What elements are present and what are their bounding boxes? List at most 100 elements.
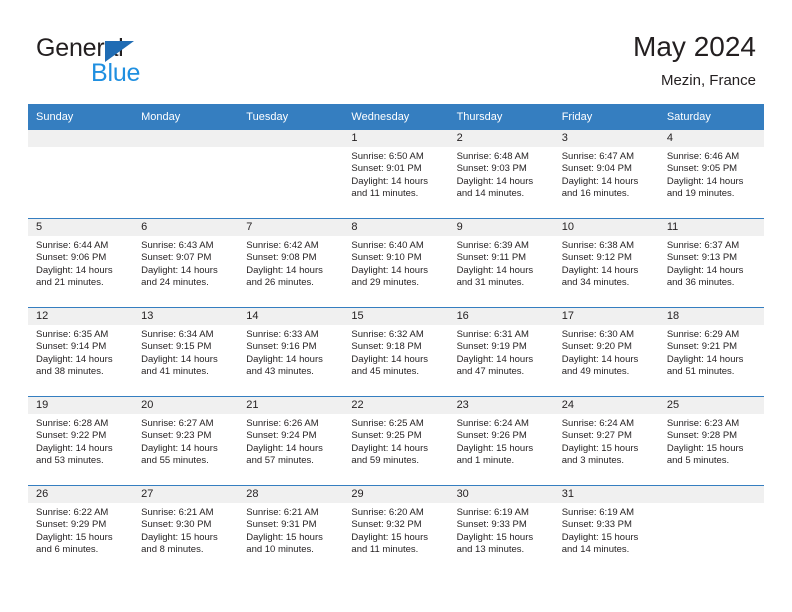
day-cell[interactable]: 3 Sunrise: 6:47 AM Sunset: 9:04 PM Dayli… bbox=[553, 130, 659, 218]
sunset-text: Sunset: 9:05 PM bbox=[666, 163, 738, 175]
day-number: 12 bbox=[28, 308, 134, 325]
daylight-text-line2: and 5 minutes. bbox=[666, 455, 730, 467]
daylight-text-line1: Daylight: 14 hours bbox=[141, 353, 218, 365]
day-cell[interactable]: 20 Sunrise: 6:27 AM Sunset: 9:23 PM Dayl… bbox=[133, 396, 239, 485]
general-blue-logo[interactable]: General Blue bbox=[36, 34, 276, 92]
day-number: 8 bbox=[343, 219, 449, 236]
day-number: 2 bbox=[448, 130, 554, 147]
daylight-text-line1: Daylight: 14 hours bbox=[246, 264, 323, 276]
day-cell[interactable]: 17 Sunrise: 6:30 AM Sunset: 9:20 PM Dayl… bbox=[553, 307, 659, 396]
day-cell[interactable]: 15 Sunrise: 6:32 AM Sunset: 9:18 PM Dayl… bbox=[343, 307, 449, 396]
day-cell[interactable]: 16 Sunrise: 6:31 AM Sunset: 9:19 PM Dayl… bbox=[448, 307, 554, 396]
weekday-header-sunday: Sunday bbox=[28, 104, 134, 130]
day-cell[interactable] bbox=[133, 130, 239, 218]
day-cell[interactable]: 21 Sunrise: 6:26 AM Sunset: 9:24 PM Dayl… bbox=[238, 396, 344, 485]
daylight-text-line2: and 59 minutes. bbox=[351, 455, 420, 467]
daylight-text-line1: Daylight: 15 hours bbox=[666, 442, 744, 454]
day-number: 23 bbox=[448, 397, 554, 414]
day-cell[interactable]: 11 Sunrise: 6:37 AM Sunset: 9:13 PM Dayl… bbox=[658, 218, 764, 307]
day-cell[interactable]: 10 Sunrise: 6:38 AM Sunset: 9:12 PM Dayl… bbox=[553, 218, 659, 307]
day-number: 26 bbox=[28, 486, 134, 503]
sunset-text: Sunset: 9:21 PM bbox=[666, 341, 738, 353]
daylight-text-line1: Daylight: 15 hours bbox=[456, 531, 534, 543]
daylight-text-line1: Daylight: 15 hours bbox=[246, 531, 323, 543]
sunrise-text: Sunrise: 6:20 AM bbox=[351, 507, 424, 518]
daylight-text-line1: Daylight: 14 hours bbox=[666, 264, 744, 276]
sunrise-text: Sunrise: 6:28 AM bbox=[36, 418, 109, 429]
day-number: 28 bbox=[238, 486, 344, 503]
day-cell[interactable]: 9 Sunrise: 6:39 AM Sunset: 9:11 PM Dayli… bbox=[448, 218, 554, 307]
sunrise-text: Sunrise: 6:50 AM bbox=[351, 151, 424, 162]
sunset-text: Sunset: 9:13 PM bbox=[666, 252, 738, 264]
day-number: 21 bbox=[238, 397, 344, 414]
day-cell[interactable]: 13 Sunrise: 6:34 AM Sunset: 9:15 PM Dayl… bbox=[133, 307, 239, 396]
day-details: Sunrise: 6:24 AM Sunset: 9:26 PM Dayligh… bbox=[449, 414, 554, 468]
day-cell[interactable]: 8 Sunrise: 6:40 AM Sunset: 9:10 PM Dayli… bbox=[343, 218, 449, 307]
day-cell[interactable]: 27 Sunrise: 6:21 AM Sunset: 9:30 PM Dayl… bbox=[133, 485, 239, 574]
sunset-text: Sunset: 9:19 PM bbox=[456, 341, 527, 353]
day-cell[interactable]: 12 Sunrise: 6:35 AM Sunset: 9:14 PM Dayl… bbox=[28, 307, 134, 396]
sunrise-text: Sunrise: 6:31 AM bbox=[456, 329, 529, 340]
sunrise-text: Sunrise: 6:43 AM bbox=[141, 240, 214, 251]
day-number: 19 bbox=[28, 397, 134, 414]
day-cell[interactable]: 4 Sunrise: 6:46 AM Sunset: 9:05 PM Dayli… bbox=[658, 130, 764, 218]
day-cell[interactable]: 31 Sunrise: 6:19 AM Sunset: 9:33 PM Dayl… bbox=[553, 485, 659, 574]
day-cell[interactable] bbox=[28, 130, 134, 218]
day-cell[interactable] bbox=[658, 485, 764, 574]
daylight-text-line2: and 49 minutes. bbox=[561, 366, 630, 378]
day-cell[interactable]: 29 Sunrise: 6:20 AM Sunset: 9:32 PM Dayl… bbox=[343, 485, 449, 574]
day-cell[interactable]: 24 Sunrise: 6:24 AM Sunset: 9:27 PM Dayl… bbox=[553, 396, 659, 485]
sunrise-text: Sunrise: 6:34 AM bbox=[141, 329, 214, 340]
day-cell[interactable]: 1 Sunrise: 6:50 AM Sunset: 9:01 PM Dayli… bbox=[343, 130, 449, 218]
day-cell[interactable]: 30 Sunrise: 6:19 AM Sunset: 9:33 PM Dayl… bbox=[448, 485, 554, 574]
day-details: Sunrise: 6:50 AM Sunset: 9:01 PM Dayligh… bbox=[343, 147, 448, 201]
sunrise-text: Sunrise: 6:26 AM bbox=[246, 418, 319, 429]
day-details: Sunrise: 6:25 AM Sunset: 9:25 PM Dayligh… bbox=[343, 414, 448, 468]
sunrise-text: Sunrise: 6:37 AM bbox=[666, 240, 740, 251]
day-cell[interactable] bbox=[238, 130, 344, 218]
day-cell[interactable]: 28 Sunrise: 6:21 AM Sunset: 9:31 PM Dayl… bbox=[238, 485, 344, 574]
daylight-text-line1: Daylight: 15 hours bbox=[141, 531, 218, 543]
sunrise-text: Sunrise: 6:47 AM bbox=[561, 151, 635, 162]
daylight-text-line2: and 13 minutes. bbox=[456, 544, 525, 556]
sunset-text: Sunset: 9:22 PM bbox=[36, 430, 107, 442]
weekday-header-wednesday: Wednesday bbox=[343, 104, 449, 130]
day-cell[interactable]: 25 Sunrise: 6:23 AM Sunset: 9:28 PM Dayl… bbox=[658, 396, 764, 485]
day-details: Sunrise: 6:46 AM Sunset: 9:05 PM Dayligh… bbox=[659, 147, 764, 201]
weekday-header-thursday: Thursday bbox=[448, 104, 554, 130]
day-number: 5 bbox=[28, 219, 134, 236]
day-cell[interactable]: 26 Sunrise: 6:22 AM Sunset: 9:29 PM Dayl… bbox=[28, 485, 134, 574]
day-number: 6 bbox=[133, 219, 239, 236]
day-details: Sunrise: 6:32 AM Sunset: 9:18 PM Dayligh… bbox=[343, 325, 448, 379]
day-cell[interactable]: 6 Sunrise: 6:43 AM Sunset: 9:07 PM Dayli… bbox=[133, 218, 239, 307]
day-cell[interactable]: 18 Sunrise: 6:29 AM Sunset: 9:21 PM Dayl… bbox=[658, 307, 764, 396]
day-cell[interactable]: 5 Sunrise: 6:44 AM Sunset: 9:06 PM Dayli… bbox=[28, 218, 134, 307]
day-number: 9 bbox=[448, 219, 554, 236]
sunset-text: Sunset: 9:11 PM bbox=[456, 252, 527, 264]
sunrise-text: Sunrise: 6:42 AM bbox=[246, 240, 319, 251]
daylight-text-line2: and 8 minutes. bbox=[141, 544, 204, 556]
sunrise-text: Sunrise: 6:32 AM bbox=[351, 329, 424, 340]
day-details: Sunrise: 6:19 AM Sunset: 9:33 PM Dayligh… bbox=[449, 503, 554, 557]
day-cell[interactable]: 19 Sunrise: 6:28 AM Sunset: 9:22 PM Dayl… bbox=[28, 396, 134, 485]
day-details: Sunrise: 6:30 AM Sunset: 9:20 PM Dayligh… bbox=[554, 325, 659, 379]
week-row: 1 Sunrise: 6:50 AM Sunset: 9:01 PM Dayli… bbox=[28, 130, 764, 218]
daylight-text-line2: and 26 minutes. bbox=[246, 277, 314, 289]
day-cell[interactable]: 7 Sunrise: 6:42 AM Sunset: 9:08 PM Dayli… bbox=[238, 218, 344, 307]
day-details: Sunrise: 6:21 AM Sunset: 9:31 PM Dayligh… bbox=[238, 503, 343, 557]
day-cell[interactable]: 22 Sunrise: 6:25 AM Sunset: 9:25 PM Dayl… bbox=[343, 396, 449, 485]
daylight-text-line1: Daylight: 14 hours bbox=[351, 353, 428, 365]
sunrise-text: Sunrise: 6:33 AM bbox=[246, 329, 319, 340]
daylight-text-line2: and 29 minutes. bbox=[351, 277, 420, 289]
day-cell[interactable]: 2 Sunrise: 6:48 AM Sunset: 9:03 PM Dayli… bbox=[448, 130, 554, 218]
daylight-text-line1: Daylight: 14 hours bbox=[561, 175, 639, 187]
weekday-header-tuesday: Tuesday bbox=[238, 104, 344, 130]
page-title: May 2024 bbox=[633, 31, 756, 62]
sunset-text: Sunset: 9:24 PM bbox=[246, 430, 317, 442]
day-number: 10 bbox=[553, 219, 659, 236]
weekday-header-monday: Monday bbox=[133, 104, 239, 130]
day-number: 25 bbox=[658, 397, 764, 414]
day-details: Sunrise: 6:38 AM Sunset: 9:12 PM Dayligh… bbox=[554, 236, 659, 290]
day-cell[interactable]: 23 Sunrise: 6:24 AM Sunset: 9:26 PM Dayl… bbox=[448, 396, 554, 485]
day-cell[interactable]: 14 Sunrise: 6:33 AM Sunset: 9:16 PM Dayl… bbox=[238, 307, 344, 396]
